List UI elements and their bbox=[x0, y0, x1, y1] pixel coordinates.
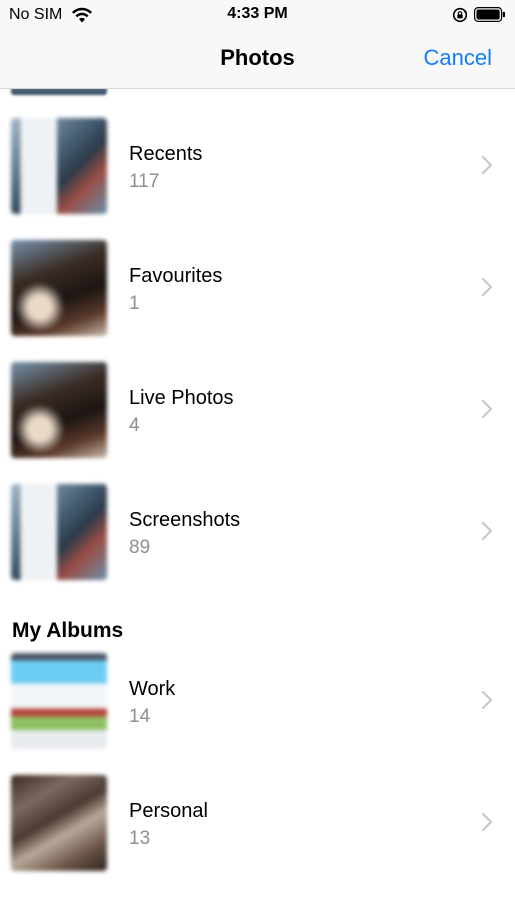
status-time: 4:33 PM bbox=[227, 5, 288, 22]
chevron-right-icon bbox=[481, 812, 493, 832]
battery-icon bbox=[474, 7, 505, 22]
chevron-right-icon bbox=[481, 690, 493, 710]
album-row-work[interactable]: Work 14 bbox=[0, 646, 515, 756]
album-name: Work bbox=[129, 678, 176, 700]
album-thumbnail bbox=[11, 89, 107, 95]
album-row-live-photos[interactable]: Live Photos 4 bbox=[0, 355, 515, 465]
album-name: Live Photos bbox=[129, 387, 234, 409]
album-thumbnail bbox=[11, 484, 107, 580]
chevron-right-icon bbox=[481, 277, 493, 297]
album-count: 14 bbox=[129, 706, 151, 727]
album-thumbnail bbox=[11, 362, 107, 458]
album-thumbnail bbox=[11, 240, 107, 336]
album-thumbnail bbox=[11, 775, 107, 871]
status-bar: No SIM 4:33 PM bbox=[0, 0, 515, 30]
album-name: Personal bbox=[129, 800, 208, 822]
album-row-favourites[interactable]: Favourites 1 bbox=[0, 233, 515, 343]
chevron-right-icon bbox=[481, 155, 493, 175]
album-row-personal[interactable]: Personal 13 bbox=[0, 768, 515, 878]
orientation-lock-icon bbox=[452, 7, 468, 23]
navigation-bar: Photos Cancel bbox=[0, 30, 515, 89]
album-count: 1 bbox=[129, 293, 140, 314]
album-row-screenshots[interactable]: Screenshots 89 bbox=[0, 477, 515, 587]
album-name: Screenshots bbox=[129, 509, 241, 531]
album-name: Favourites bbox=[129, 265, 223, 287]
album-count: 13 bbox=[129, 828, 151, 849]
album-row-recents[interactable]: Recents 117 bbox=[0, 111, 515, 221]
album-name: Recents bbox=[129, 143, 203, 165]
chevron-right-icon bbox=[481, 521, 493, 541]
cancel-button[interactable]: Cancel bbox=[424, 45, 492, 71]
chevron-right-icon bbox=[481, 399, 493, 419]
section-header-my-albums: My Albums bbox=[12, 619, 124, 642]
album-thumbnail bbox=[11, 118, 107, 214]
album-count: 4 bbox=[129, 415, 140, 436]
album-count: 117 bbox=[129, 171, 160, 192]
album-count: 89 bbox=[129, 537, 151, 558]
album-list[interactable]: Recents 117 Favourites 1 Live Photos 4 S… bbox=[0, 89, 515, 916]
album-thumbnail bbox=[11, 653, 107, 749]
